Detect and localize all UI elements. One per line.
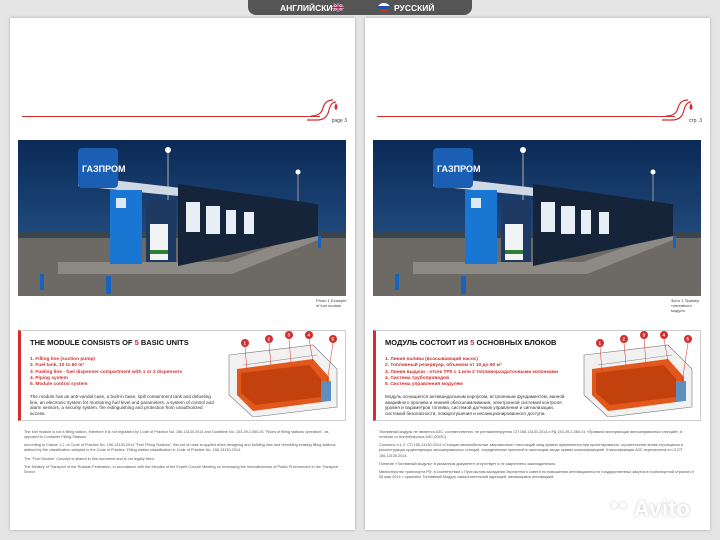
note-paragraph: The fuel module is not a filling station…	[24, 430, 329, 440]
section-title: МОДУЛЬ СОСТОИТ ИЗ 5 ОСНОВНЫХ БЛОКОВ	[385, 338, 556, 347]
english-language-label[interactable]: АНГЛИЙСКИЙ	[280, 3, 339, 13]
units-list: 1. Линия налива (всасывающий насос) 2. Т…	[385, 357, 558, 389]
note-paragraph: Топливный модуль не является АЗС, соотве…	[379, 430, 683, 440]
russian-language-label[interactable]: РУССКИЙ	[394, 3, 435, 13]
title-end: BASIC UNITS	[138, 338, 189, 347]
english-page: page 3 ГАЗПРОМ Photo 1 Example of fuel m…	[10, 18, 355, 530]
unit-item: 5. Система управления модулем	[385, 382, 463, 388]
section-title: THE MODULE CONSISTS OF 5 BASIC UNITS	[30, 338, 189, 347]
unit-item: 5. Module control system	[30, 382, 88, 388]
fuel-module-photo: ГАЗПРОМ	[18, 140, 346, 296]
fuel-module-photo: ГАЗПРОМ	[373, 140, 701, 296]
svg-text:ГАЗПРОМ: ГАЗПРОМ	[437, 164, 481, 174]
module-diagram: 123 45	[583, 331, 693, 417]
language-bar: АНГЛИЙСКИЙ РУССКИЙ	[248, 0, 472, 15]
photo-caption: Фото 1 Пример топливного модуля	[671, 298, 700, 313]
units-box: МОДУЛЬ СОСТОИТ ИЗ 5 ОСНОВНЫХ БЛОКОВ 1. Л…	[373, 330, 701, 421]
module-diagram: 123 45	[228, 331, 338, 417]
note-paragraph: Понятие «Топливный модуль» в указанном д…	[379, 461, 557, 466]
russia-flag-icon	[378, 3, 390, 12]
title-end: ОСНОВНЫХ БЛОКОВ	[474, 338, 557, 347]
russian-page: стр. 3 ГАЗПРОМ Фото 1 Пример топливного …	[365, 18, 710, 530]
avito-watermark: ●● Avito	[610, 496, 691, 521]
regulatory-notes: The fuel module is not a filling station…	[24, 430, 340, 478]
header-rule	[22, 116, 320, 117]
note-paragraph: The "Fuel Module" Concept is absent in t…	[24, 456, 155, 461]
title-start: МОДУЛЬ СОСТОИТ ИЗ	[385, 338, 471, 347]
uk-flag-icon	[332, 3, 344, 12]
photo-caption: Photo 1 Example of fuel module	[316, 298, 347, 308]
module-description: The module has an anti-vandal case, a bu…	[30, 394, 214, 417]
svg-text:ГАЗПРОМ: ГАЗПРОМ	[82, 164, 126, 174]
note-paragraph: According to Clause 1.2. of Code of Prac…	[24, 443, 336, 453]
title-start: THE MODULE CONSISTS OF	[30, 338, 135, 347]
module-description: Модуль оснащается антивандальным корпусо…	[385, 394, 565, 417]
header-rule	[377, 116, 675, 117]
note-paragraph: The Ministry of Transport of the Russian…	[24, 464, 339, 474]
units-box: THE MODULE CONSISTS OF 5 BASIC UNITS 1. …	[18, 330, 346, 421]
note-paragraph: Согласно п.1.2. СП 156.13130.2014 «Станц…	[379, 443, 683, 458]
units-list: 1. Filling line (suction pump) 2. Fuel t…	[30, 357, 182, 389]
regulatory-notes: Топливный модуль не является АЗС, соотве…	[379, 430, 695, 483]
page-number: page 3	[331, 118, 347, 124]
page-number: стр. 3	[688, 118, 702, 124]
note-paragraph: Министерство транспорта РФ, в соответств…	[379, 469, 695, 479]
